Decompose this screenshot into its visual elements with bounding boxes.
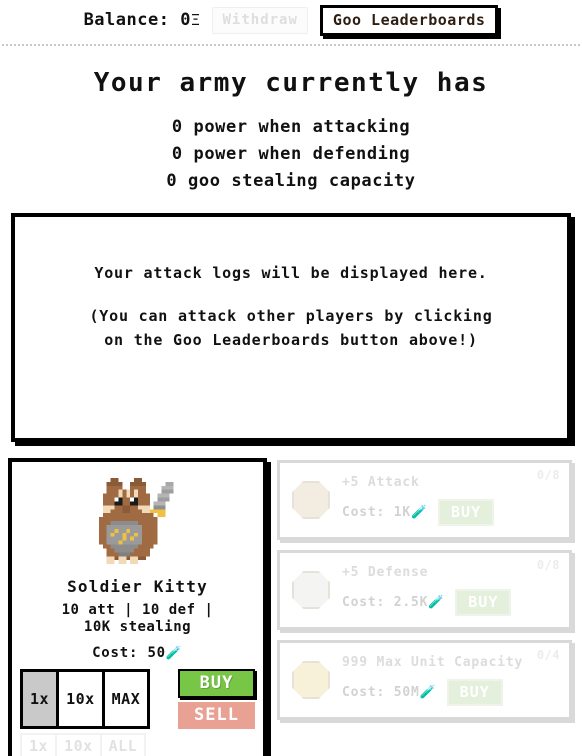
ethereum-icon: Ξ [190, 11, 201, 29]
buy-qty-10x[interactable]: 10x [59, 672, 105, 726]
attack-log-hint-line2: on the Goo Leaderboards button above!) [104, 330, 478, 349]
gem-icon-defense [290, 569, 332, 611]
buy-qty-1x[interactable]: 1x [23, 672, 60, 726]
upgrade-body-defense: +5 Defense Cost: 2.5K🧪 BUY [342, 565, 559, 616]
unit-name: Soldier Kitty [67, 577, 208, 596]
unit-stats-line2: 10K stealing [83, 619, 192, 635]
upgrade-list: 0/8 +5 Attack Cost: 1K🧪 BUY 0/8 +5 Defen… [277, 458, 572, 720]
attack-log-hint: (You can attack other players by clickin… [89, 304, 492, 352]
upgrade-card-attack[interactable]: 0/8 +5 Attack Cost: 1K🧪 BUY [277, 460, 572, 540]
upgrade-body-capacity: 999 Max Unit Capacity Cost: 50M🧪 BUY [342, 655, 559, 706]
upgrade-buy-button-defense[interactable]: BUY [455, 588, 512, 616]
buy-qty-max[interactable]: MAX [104, 672, 148, 726]
balance-value: 0 [180, 10, 191, 30]
attack-log-placeholder: Your attack logs will be displayed here. [94, 263, 488, 282]
army-stat-defense: 0 power when defending [171, 144, 411, 164]
upgrade-card-capacity[interactable]: 0/4 999 Max Unit Capacity Cost: 50M🧪 BUY [277, 640, 572, 720]
unit-card-soldier-kitty: Soldier Kitty 10 att | 10 def | 10K stea… [8, 458, 267, 756]
upgrade-count-capacity: 0/4 [536, 648, 560, 662]
upgrade-count-defense: 0/8 [536, 558, 560, 572]
gem-icon-capacity [290, 659, 332, 701]
sell-qty-all[interactable]: ALL [101, 735, 145, 756]
upgrade-cost-capacity: Cost: 50M🧪 [342, 685, 437, 700]
attack-log-panel: Your attack logs will be displayed here.… [11, 213, 571, 442]
sell-qty-1x[interactable]: 1x [22, 735, 58, 756]
upgrade-cost-text-capacity: Cost: 50M [342, 684, 420, 700]
soldier-kitty-sprite [20, 470, 255, 575]
upgrade-cost-text-attack: Cost: 1K [342, 504, 412, 520]
goo-flask-icon: 🧪 [165, 646, 183, 661]
goo-leaderboards-button[interactable]: Goo Leaderboards [319, 4, 499, 36]
unit-stats-line1: 10 att | 10 def | [61, 602, 214, 618]
sell-quantity-group: 1x 10x ALL [20, 733, 147, 756]
buy-row: 1x 10x MAX BUY SELL [20, 669, 255, 729]
upgrade-buy-button-capacity[interactable]: BUY [446, 678, 503, 706]
sell-qty-10x[interactable]: 10x [57, 735, 102, 756]
attack-log-hint-line1: (You can attack other players by clickin… [89, 306, 493, 325]
upgrade-body-attack: +5 Attack Cost: 1K🧪 BUY [342, 475, 559, 526]
upgrade-cost-row-capacity: Cost: 50M🧪 BUY [342, 678, 559, 706]
unit-cost: Cost: 50🧪 [20, 645, 255, 661]
gem-icon-attack [290, 479, 332, 521]
balance-label: Balance: [83, 10, 170, 30]
sell-row: 1x 10x ALL [20, 733, 255, 756]
sell-button[interactable]: SELL [178, 702, 255, 729]
army-stat-attack: 0 power when attacking [171, 117, 411, 137]
goo-flask-icon: 🧪 [411, 504, 429, 520]
upgrade-buy-button-attack[interactable]: BUY [438, 498, 495, 526]
shop-area: Soldier Kitty 10 att | 10 def | 10K stea… [8, 458, 572, 756]
upgrade-cost-attack: Cost: 1K🧪 [342, 505, 428, 520]
quantity-controls: 1x 10x MAX BUY SELL 1x 10x ALL [20, 669, 255, 756]
upgrade-cost-text-defense: Cost: 2.5K [342, 594, 429, 610]
withdraw-button[interactable]: Withdraw [212, 6, 308, 34]
upgrade-cost-defense: Cost: 2.5K🧪 [342, 595, 445, 610]
cat-warrior-icon [98, 477, 173, 564]
army-summary: Your army currently has 0 power when att… [0, 46, 582, 195]
upgrade-cost-row-attack: Cost: 1K🧪 BUY [342, 498, 559, 526]
upgrade-name-capacity: 999 Max Unit Capacity [342, 654, 524, 670]
action-buttons: BUY SELL [178, 669, 255, 729]
goo-flask-icon: 🧪 [419, 684, 437, 700]
balance-display: Balance: 0Ξ [84, 10, 201, 30]
unit-stats: 10 att | 10 def | 10K stealing [20, 602, 255, 636]
top-bar: Balance: 0Ξ Withdraw Goo Leaderboards [0, 0, 582, 38]
army-stat-stealing: 0 goo stealing capacity [166, 171, 416, 191]
unit-cost-label: Cost: 50 [92, 645, 166, 661]
upgrade-name-defense: +5 Defense [342, 564, 429, 580]
upgrade-card-defense[interactable]: 0/8 +5 Defense Cost: 2.5K🧪 BUY [277, 550, 572, 630]
upgrade-name-attack: +5 Attack [342, 474, 420, 490]
goo-flask-icon: 🧪 [428, 594, 446, 610]
upgrade-count-attack: 0/8 [536, 468, 560, 482]
upgrade-cost-row-defense: Cost: 2.5K🧪 BUY [342, 588, 559, 616]
page-title: Your army currently has [93, 68, 489, 98]
buy-quantity-group: 1x 10x MAX [20, 669, 151, 729]
buy-button[interactable]: BUY [178, 669, 255, 698]
